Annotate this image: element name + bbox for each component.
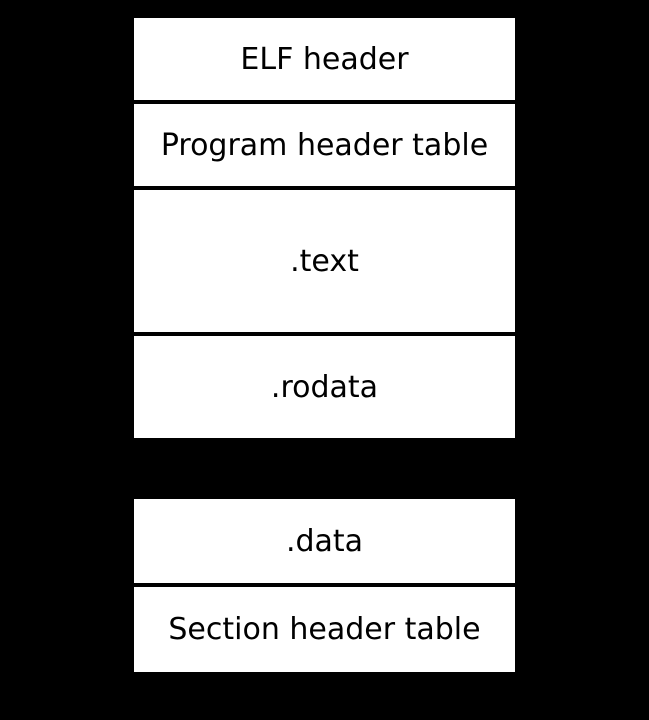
elf-layout-diagram: ELF header Program header table .text .r… [132, 16, 517, 674]
bottom-block-group: .data Section header table [132, 497, 517, 674]
elf-header-label: ELF header [240, 42, 408, 77]
section-header-block: Section header table [132, 585, 517, 674]
rodata-section-block: .rodata [132, 334, 517, 440]
rodata-section-label: .rodata [271, 370, 378, 405]
text-section-label: .text [290, 244, 359, 279]
top-block-group: ELF header Program header table .text .r… [132, 16, 517, 440]
elf-header-block: ELF header [132, 16, 517, 102]
data-section-block: .data [132, 497, 517, 585]
program-header-label: Program header table [161, 128, 488, 163]
text-section-block: .text [132, 188, 517, 334]
section-header-label: Section header table [168, 612, 480, 647]
data-section-label: .data [286, 524, 363, 559]
program-header-block: Program header table [132, 102, 517, 188]
